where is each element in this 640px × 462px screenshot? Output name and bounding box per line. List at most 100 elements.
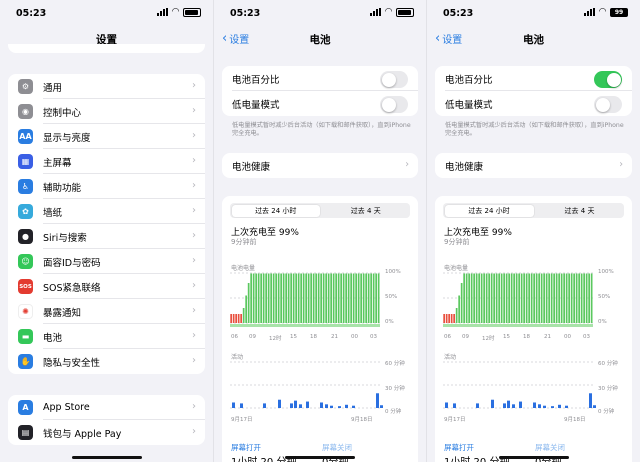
battery-level-bar (320, 273, 322, 323)
battery-level-bar (523, 273, 525, 323)
x-tick: 18 (523, 334, 530, 340)
battery-icon: ▬ (18, 329, 33, 344)
battery-level-bar (237, 314, 240, 323)
settings-item-label: App Store (43, 402, 90, 413)
activity-bar (565, 405, 568, 408)
cellular-signal-icon (584, 8, 596, 16)
battery-level-bar (508, 273, 510, 323)
battery-level-bar (257, 273, 260, 323)
settings-item[interactable]: ▬ 电池 › (8, 324, 205, 349)
battery-health-row[interactable]: 电池健康 › (222, 153, 418, 178)
battery-health-row[interactable]: 电池健康 › (435, 153, 632, 178)
chevron-right-icon: › (192, 230, 196, 241)
settings-item[interactable]: ● Siri与搜索 › (8, 224, 205, 249)
activity-bar (503, 403, 506, 408)
settings-item[interactable]: ⚙ 通用 › (8, 74, 205, 99)
settings-item-label: 暴露通知 (43, 307, 82, 319)
level-tick-0: 0% (598, 319, 607, 325)
chevron-right-icon: › (192, 330, 196, 341)
tab-last-24-hours[interactable]: 过去 24 小时 (444, 204, 534, 217)
battery-level-bar (302, 273, 305, 323)
battery-level-bar (555, 273, 558, 323)
settings-item[interactable]: ✋ 隐私与安全性 › (8, 349, 205, 374)
activity-bar (345, 404, 348, 408)
settings-item[interactable]: ✿ 墙纸 › (8, 199, 205, 224)
battery-level-bar (260, 273, 262, 323)
x-tick: 09 (249, 334, 256, 340)
home-indicator[interactable] (285, 456, 355, 459)
tab-last-24-hours[interactable]: 过去 24 小时 (231, 204, 320, 217)
activity-bar (543, 405, 546, 408)
chevron-right-icon: › (192, 426, 196, 437)
settings-item[interactable]: ♿ 辅助功能 › (8, 174, 205, 199)
battery-level-bar (470, 273, 473, 323)
settings-item[interactable]: A App Store › (8, 395, 205, 420)
low-power-row: 低电量模式 (222, 91, 418, 116)
app-store-icon: A (18, 400, 33, 415)
battery-level-bar (242, 308, 245, 323)
battery-percentage-toggle[interactable] (594, 71, 622, 88)
battery-level-bar (525, 273, 528, 323)
battery-level-bar (262, 273, 265, 323)
battery-percentage-toggle[interactable] (380, 71, 408, 88)
low-power-toggle[interactable] (380, 96, 408, 113)
battery-level-bar (475, 273, 478, 323)
battery-health-label: 电池健康 (445, 161, 484, 173)
battery-level-bar (548, 273, 550, 323)
battery-level-bar (510, 273, 513, 323)
home-indicator[interactable] (498, 456, 569, 459)
battery-level-bar (443, 314, 445, 323)
activity-bar (330, 405, 333, 408)
settings-item[interactable]: ▦ 主屏幕 › (8, 149, 205, 174)
low-power-toggle[interactable] (594, 96, 622, 113)
activity-bar (290, 403, 293, 408)
battery-usage-card: 过去 24 小时 过去 4 天 上次充电至 99% 9分钟前 电池电量 100%… (222, 196, 418, 462)
x-tick: 21 (544, 334, 551, 340)
battery-level-bar (588, 273, 590, 323)
chevron-right-icon: › (192, 280, 196, 291)
battery-screen-off: 05:23 ◠ ‹ 设置 电池 电池百分比 低电量模式 低电量模式暂时减少后台活动… (213, 0, 426, 462)
settings-item[interactable]: ▤ 钱包与 Apple Pay › (8, 420, 205, 445)
status-time: 05:23 (230, 8, 261, 19)
battery-status-icon: 99 (610, 7, 628, 17)
gear-icon: ⚙ (18, 79, 33, 94)
battery-level-bar (543, 273, 545, 323)
battery-percentage-row: 电池百分比 (435, 66, 632, 91)
battery-level-bar (235, 314, 237, 323)
battery-level-bar (453, 314, 455, 323)
chevron-right-icon: › (192, 180, 196, 191)
activity-tick-60: 60 分钟 (385, 361, 405, 367)
wifi-icon: ◠ (385, 7, 392, 17)
tab-last-10-days[interactable]: 过去 4 天 (322, 203, 411, 218)
settings-item-label: 隐私与安全性 (43, 357, 101, 369)
privacy-hand-icon: ✋ (18, 354, 33, 369)
settings-item[interactable]: SOS SOS紧急联络 › (8, 274, 205, 299)
level-tick-100: 100% (385, 269, 401, 275)
battery-level-bar (372, 273, 375, 323)
battery-level-bar (360, 273, 362, 323)
settings-item-label: 钱包与 Apple Pay (43, 428, 122, 440)
settings-item[interactable]: ✺ 暴露通知 › (8, 299, 205, 324)
home-indicator[interactable] (71, 456, 142, 459)
page-title: 电池 (523, 34, 544, 46)
settings-item[interactable]: ◉ 控制中心 › (8, 99, 205, 124)
battery-usage-card: 过去 24 小时 过去 4 天 上次充电至 99% 9分钟前 电池电量 100%… (435, 196, 632, 462)
low-power-row: 低电量模式 (435, 91, 632, 116)
battery-level-bar (330, 273, 332, 323)
settings-item[interactable]: AA 显示与亮度 › (8, 124, 205, 149)
display-brightness-icon: AA (18, 129, 33, 144)
chevron-right-icon: › (405, 159, 409, 170)
chevron-right-icon: › (619, 159, 623, 170)
screen-on-legend: 屏幕打开 (231, 443, 261, 452)
exposure-notification-icon: ✺ (18, 304, 33, 319)
status-bar: 05:23 ◠ (0, 0, 213, 26)
battery-level-bar (530, 273, 533, 323)
tab-last-10-days[interactable]: 过去 4 天 (535, 203, 624, 218)
low-power-note: 低电量模式暂时减少后台活动（如下载和邮件获取），直到iPhone完全充电。 (232, 122, 411, 137)
cellular-signal-icon (157, 8, 169, 16)
settings-item[interactable]: ☺ 面容ID与密码 › (8, 249, 205, 274)
activity-tick-30: 30 分钟 (385, 386, 405, 392)
toggle-knob (606, 72, 621, 87)
control-center-icon: ◉ (18, 104, 33, 119)
time-range-segmented-control: 过去 24 小时 过去 4 天 (443, 203, 624, 218)
